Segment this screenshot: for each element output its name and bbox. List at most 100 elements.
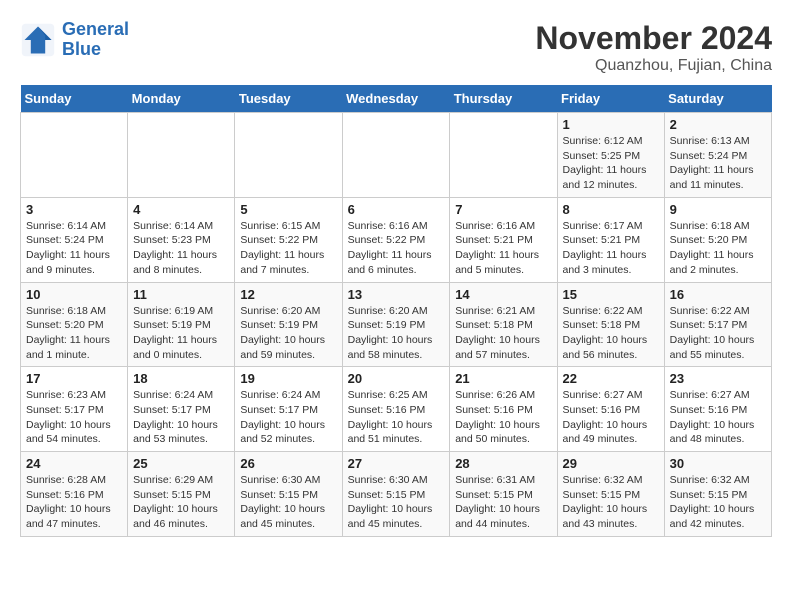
- day-number: 17: [26, 371, 122, 386]
- day-info: Sunrise: 6:14 AM Sunset: 5:24 PM Dayligh…: [26, 219, 122, 278]
- day-number: 20: [348, 371, 445, 386]
- day-info: Sunrise: 6:26 AM Sunset: 5:16 PM Dayligh…: [455, 388, 551, 447]
- weekday-header-cell: Sunday: [21, 85, 128, 113]
- weekday-header-row: SundayMondayTuesdayWednesdayThursdayFrid…: [21, 85, 772, 113]
- calendar-day-cell: [128, 113, 235, 198]
- day-info: Sunrise: 6:29 AM Sunset: 5:15 PM Dayligh…: [133, 473, 229, 532]
- calendar-day-cell: 11 Sunrise: 6:19 AM Sunset: 5:19 PM Dayli…: [128, 282, 235, 367]
- day-info: Sunrise: 6:18 AM Sunset: 5:20 PM Dayligh…: [670, 219, 766, 278]
- day-number: 28: [455, 456, 551, 471]
- day-number: 26: [240, 456, 336, 471]
- calendar-week-row: 10 Sunrise: 6:18 AM Sunset: 5:20 PM Dayli…: [21, 282, 772, 367]
- day-number: 5: [240, 202, 336, 217]
- day-number: 16: [670, 287, 766, 302]
- day-info: Sunrise: 6:24 AM Sunset: 5:17 PM Dayligh…: [133, 388, 229, 447]
- day-info: Sunrise: 6:12 AM Sunset: 5:25 PM Dayligh…: [563, 134, 659, 193]
- calendar-day-cell: 30 Sunrise: 6:32 AM Sunset: 5:15 PM Dayli…: [664, 452, 771, 537]
- day-number: 9: [670, 202, 766, 217]
- calendar-day-cell: 3 Sunrise: 6:14 AM Sunset: 5:24 PM Daylig…: [21, 197, 128, 282]
- day-info: Sunrise: 6:28 AM Sunset: 5:16 PM Dayligh…: [26, 473, 122, 532]
- calendar-day-cell: 24 Sunrise: 6:28 AM Sunset: 5:16 PM Dayli…: [21, 452, 128, 537]
- day-info: Sunrise: 6:19 AM Sunset: 5:19 PM Dayligh…: [133, 304, 229, 363]
- day-number: 25: [133, 456, 229, 471]
- day-number: 30: [670, 456, 766, 471]
- day-number: 12: [240, 287, 336, 302]
- weekday-header-cell: Thursday: [450, 85, 557, 113]
- calendar-day-cell: 2Sunrise: 6:13 AM Sunset: 5:24 PM Daylig…: [664, 113, 771, 198]
- day-number: 19: [240, 371, 336, 386]
- calendar-day-cell: 1 Sunrise: 6:12 AM Sunset: 5:25 PM Daylig…: [557, 113, 664, 198]
- day-info: Sunrise: 6:16 AM Sunset: 5:22 PM Dayligh…: [348, 219, 445, 278]
- day-number: 11: [133, 287, 229, 302]
- day-number: 8: [563, 202, 659, 217]
- day-number: 15: [563, 287, 659, 302]
- calendar-day-cell: 16Sunrise: 6:22 AM Sunset: 5:17 PM Dayli…: [664, 282, 771, 367]
- calendar-day-cell: 20 Sunrise: 6:25 AM Sunset: 5:16 PM Dayli…: [342, 367, 450, 452]
- calendar-day-cell: 10 Sunrise: 6:18 AM Sunset: 5:20 PM Dayli…: [21, 282, 128, 367]
- day-number: 29: [563, 456, 659, 471]
- calendar-day-cell: 9 Sunrise: 6:18 AM Sunset: 5:20 PM Daylig…: [664, 197, 771, 282]
- calendar-day-cell: [21, 113, 128, 198]
- calendar-day-cell: 7 Sunrise: 6:16 AM Sunset: 5:21 PM Daylig…: [450, 197, 557, 282]
- calendar-day-cell: 21 Sunrise: 6:26 AM Sunset: 5:16 PM Dayli…: [450, 367, 557, 452]
- day-info: Sunrise: 6:20 AM Sunset: 5:19 PM Dayligh…: [348, 304, 445, 363]
- day-info: Sunrise: 6:16 AM Sunset: 5:21 PM Dayligh…: [455, 219, 551, 278]
- calendar-day-cell: 19 Sunrise: 6:24 AM Sunset: 5:17 PM Dayli…: [235, 367, 342, 452]
- calendar-day-cell: 22 Sunrise: 6:27 AM Sunset: 5:16 PM Dayli…: [557, 367, 664, 452]
- calendar-week-row: 17 Sunrise: 6:23 AM Sunset: 5:17 PM Dayli…: [21, 367, 772, 452]
- day-number: 10: [26, 287, 122, 302]
- weekday-header-cell: Wednesday: [342, 85, 450, 113]
- day-info: Sunrise: 6:27 AM Sunset: 5:16 PM Dayligh…: [670, 388, 766, 447]
- day-number: 6: [348, 202, 445, 217]
- day-number: 21: [455, 371, 551, 386]
- calendar-day-cell: 6 Sunrise: 6:16 AM Sunset: 5:22 PM Daylig…: [342, 197, 450, 282]
- day-number: 1: [563, 117, 659, 132]
- calendar-week-row: 3 Sunrise: 6:14 AM Sunset: 5:24 PM Daylig…: [21, 197, 772, 282]
- logo-icon: [20, 22, 56, 58]
- day-number: 2: [670, 117, 766, 132]
- calendar-day-cell: 8 Sunrise: 6:17 AM Sunset: 5:21 PM Daylig…: [557, 197, 664, 282]
- day-info: Sunrise: 6:32 AM Sunset: 5:15 PM Dayligh…: [670, 473, 766, 532]
- day-number: 3: [26, 202, 122, 217]
- weekday-header-cell: Saturday: [664, 85, 771, 113]
- day-info: Sunrise: 6:30 AM Sunset: 5:15 PM Dayligh…: [240, 473, 336, 532]
- calendar-day-cell: 4 Sunrise: 6:14 AM Sunset: 5:23 PM Daylig…: [128, 197, 235, 282]
- day-info: Sunrise: 6:24 AM Sunset: 5:17 PM Dayligh…: [240, 388, 336, 447]
- day-info: Sunrise: 6:18 AM Sunset: 5:20 PM Dayligh…: [26, 304, 122, 363]
- calendar-day-cell: 13 Sunrise: 6:20 AM Sunset: 5:19 PM Dayli…: [342, 282, 450, 367]
- day-info: Sunrise: 6:15 AM Sunset: 5:22 PM Dayligh…: [240, 219, 336, 278]
- day-number: 13: [348, 287, 445, 302]
- calendar-day-cell: 14Sunrise: 6:21 AM Sunset: 5:18 PM Dayli…: [450, 282, 557, 367]
- day-number: 22: [563, 371, 659, 386]
- day-info: Sunrise: 6:23 AM Sunset: 5:17 PM Dayligh…: [26, 388, 122, 447]
- day-info: Sunrise: 6:27 AM Sunset: 5:16 PM Dayligh…: [563, 388, 659, 447]
- day-number: 18: [133, 371, 229, 386]
- calendar-day-cell: 15 Sunrise: 6:22 AM Sunset: 5:18 PM Dayli…: [557, 282, 664, 367]
- day-number: 7: [455, 202, 551, 217]
- day-info: Sunrise: 6:14 AM Sunset: 5:23 PM Dayligh…: [133, 219, 229, 278]
- day-info: Sunrise: 6:17 AM Sunset: 5:21 PM Dayligh…: [563, 219, 659, 278]
- subtitle: Quanzhou, Fujian, China: [535, 57, 772, 75]
- calendar-day-cell: 17 Sunrise: 6:23 AM Sunset: 5:17 PM Dayli…: [21, 367, 128, 452]
- calendar-day-cell: 27Sunrise: 6:30 AM Sunset: 5:15 PM Dayli…: [342, 452, 450, 537]
- header: General Blue November 2024 Quanzhou, Fuj…: [20, 20, 772, 75]
- day-number: 27: [348, 456, 445, 471]
- month-title: November 2024: [535, 20, 772, 57]
- calendar-day-cell: 26 Sunrise: 6:30 AM Sunset: 5:15 PM Dayli…: [235, 452, 342, 537]
- day-number: 14: [455, 287, 551, 302]
- day-number: 23: [670, 371, 766, 386]
- day-info: Sunrise: 6:31 AM Sunset: 5:15 PM Dayligh…: [455, 473, 551, 532]
- day-info: Sunrise: 6:20 AM Sunset: 5:19 PM Dayligh…: [240, 304, 336, 363]
- weekday-header-cell: Monday: [128, 85, 235, 113]
- day-info: Sunrise: 6:22 AM Sunset: 5:18 PM Dayligh…: [563, 304, 659, 363]
- calendar-day-cell: [342, 113, 450, 198]
- calendar-day-cell: 18 Sunrise: 6:24 AM Sunset: 5:17 PM Dayli…: [128, 367, 235, 452]
- calendar-day-cell: 25 Sunrise: 6:29 AM Sunset: 5:15 PM Dayli…: [128, 452, 235, 537]
- logo: General Blue: [20, 20, 129, 60]
- calendar-day-cell: [235, 113, 342, 198]
- calendar-day-cell: 28 Sunrise: 6:31 AM Sunset: 5:15 PM Dayli…: [450, 452, 557, 537]
- day-number: 4: [133, 202, 229, 217]
- day-number: 24: [26, 456, 122, 471]
- day-info: Sunrise: 6:25 AM Sunset: 5:16 PM Dayligh…: [348, 388, 445, 447]
- calendar-day-cell: 29Sunrise: 6:32 AM Sunset: 5:15 PM Dayli…: [557, 452, 664, 537]
